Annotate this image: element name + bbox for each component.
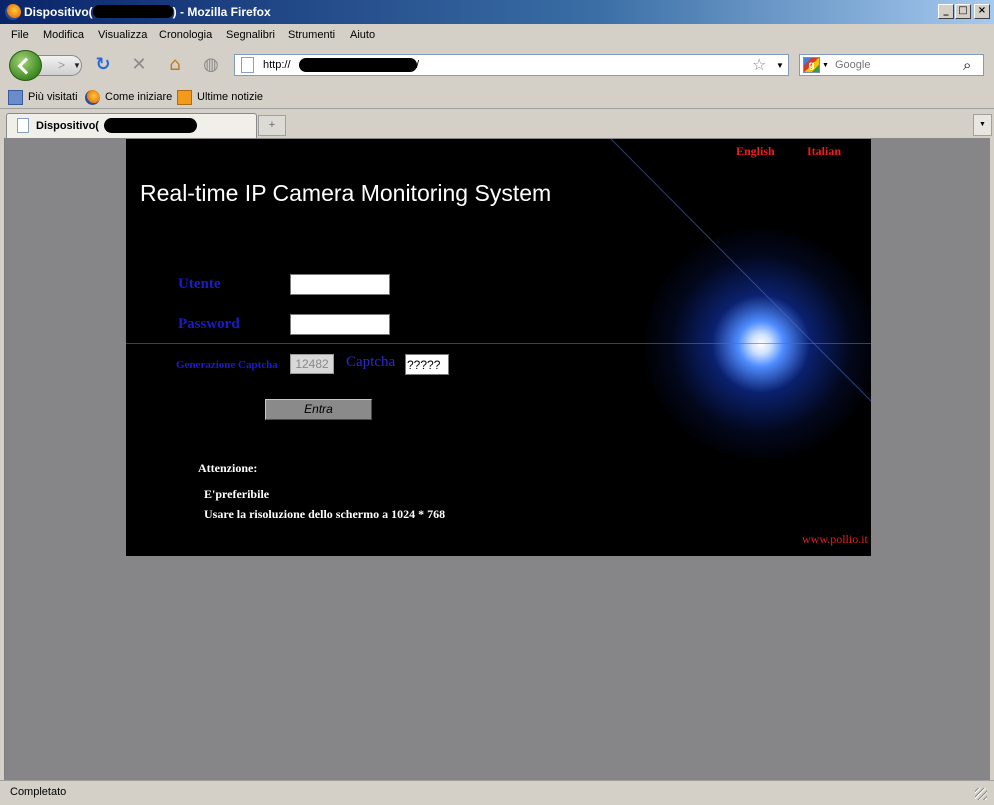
history-icon[interactable]: ◍ [200, 54, 222, 76]
page-icon [17, 118, 29, 133]
home-icon[interactable]: ⌂ [164, 54, 186, 76]
resize-grip-icon[interactable] [975, 788, 987, 800]
engine-dropdown-icon[interactable]: ▼ [822, 62, 829, 69]
page-content: English Italian Real-time IP Camera Moni… [4, 138, 990, 780]
menu-file[interactable]: File [11, 29, 29, 41]
captcha-generated-value: 12482 [290, 354, 334, 374]
attention-heading: Attenzione: [198, 461, 258, 475]
tab-strip: Dispositivo( + ▼ [0, 110, 994, 138]
menu-segnalibri[interactable]: Segnalibri [226, 29, 275, 41]
status-bar: Completato [0, 780, 994, 805]
tab-device[interactable]: Dispositivo( [6, 113, 257, 138]
history-dropdown-icon[interactable]: ▼ [73, 61, 81, 70]
site-link[interactable]: www.pollio.it [802, 532, 868, 547]
menu-visualizza[interactable]: Visualizza [98, 29, 147, 41]
menu-bar: File Modifica Visualizza Cronologia Segn… [0, 24, 994, 46]
rss-feed-icon [177, 90, 192, 105]
search-icon[interactable]: ⌕ [963, 56, 971, 74]
redaction-mark [92, 5, 173, 18]
captcha-input[interactable] [405, 354, 449, 375]
window-titlebar: Dispositivo() - Mozilla Firefox _ □ × [0, 0, 994, 24]
page-icon [241, 57, 254, 73]
search-input[interactable] [835, 57, 960, 73]
menu-strumenti[interactable]: Strumenti [288, 29, 335, 41]
minimize-button[interactable]: _ [938, 4, 954, 19]
bookmark-most-visited[interactable]: Più visitati [28, 91, 78, 103]
bookmark-star-icon[interactable]: ☆ [752, 55, 766, 74]
firefox-icon [85, 90, 100, 105]
menu-modifica[interactable]: Modifica [43, 29, 84, 41]
captcha-generation-label: Generazione Captcha [176, 359, 278, 371]
url-suffix: / [416, 59, 420, 71]
search-box[interactable]: g ▼ ⌕ [799, 54, 984, 76]
page-title: Real-time IP Camera Monitoring System [140, 180, 552, 206]
captcha-label: Captcha [346, 354, 396, 370]
maximize-button[interactable]: □ [955, 4, 971, 19]
resolution-note-line2: Usare la risoluzione dello schermo a 102… [204, 507, 446, 521]
reload-icon[interactable]: ↻ [92, 54, 114, 76]
close-button[interactable]: × [974, 4, 990, 19]
navigation-toolbar: > ▼ ↻ ✕ ⌂ ◍ http:// / ☆ ▼ g ▼ ⌕ [0, 46, 994, 86]
url-text: http:// [263, 59, 291, 71]
password-input[interactable] [290, 314, 390, 335]
google-engine-icon[interactable]: g [803, 57, 820, 73]
password-label: Password [178, 316, 240, 332]
redaction-mark [299, 58, 417, 72]
username-input[interactable] [290, 274, 390, 295]
stop-icon[interactable]: ✕ [128, 54, 150, 76]
resolution-note-line1: E'preferibile [204, 487, 270, 501]
new-tab-button[interactable]: + [258, 115, 286, 136]
language-english-link[interactable]: English [736, 144, 775, 159]
tab-list-dropdown-icon[interactable]: ▼ [973, 114, 992, 136]
status-text: Completato [10, 786, 67, 798]
firefox-icon [5, 4, 21, 20]
bookmark-latest-news[interactable]: Ultime notizie [197, 91, 263, 103]
back-button[interactable] [9, 50, 42, 81]
url-dropdown-icon[interactable]: ▼ [776, 61, 784, 70]
login-panel: English Italian Real-time IP Camera Moni… [126, 139, 871, 556]
redaction-mark [104, 118, 197, 133]
menu-cronologia[interactable]: Cronologia [159, 29, 212, 41]
language-italian-link[interactable]: Italian [807, 144, 841, 159]
address-bar[interactable]: http:// / ☆ ▼ [234, 54, 789, 76]
user-label: Utente [178, 276, 221, 292]
tab-label: Dispositivo( [36, 120, 99, 132]
window-title: Dispositivo() - Mozilla Firefox [24, 5, 271, 19]
bookmarks-toolbar: Più visitati Come iniziare Ultime notizi… [0, 86, 994, 109]
bookmark-getting-started[interactable]: Come iniziare [105, 91, 172, 103]
forward-icon: > [58, 58, 66, 72]
most-visited-icon [8, 90, 23, 105]
login-button[interactable]: Entra [265, 399, 372, 420]
menu-aiuto[interactable]: Aiuto [350, 29, 375, 41]
